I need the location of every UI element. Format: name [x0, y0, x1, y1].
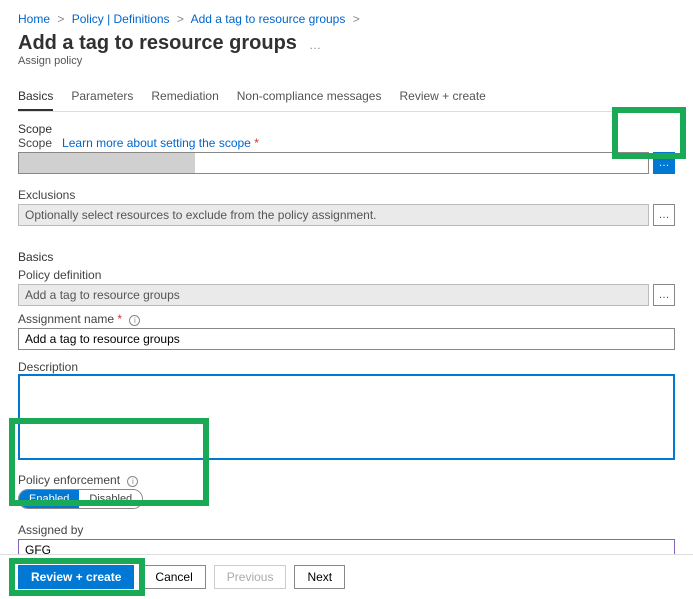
description-label: Description	[18, 360, 675, 374]
breadcrumb-home[interactable]: Home	[18, 12, 50, 26]
basics-heading: Basics	[18, 250, 675, 264]
policy-definition-input[interactable]	[18, 284, 649, 306]
info-icon[interactable]: i	[127, 476, 138, 487]
tabs: Basics Parameters Remediation Non-compli…	[18, 83, 675, 112]
policy-enforcement-toggle[interactable]: Enabled Disabled	[18, 489, 143, 509]
chevron-right-icon: >	[353, 12, 360, 26]
page-subtitle: Assign policy	[18, 55, 675, 67]
policy-definition-picker-button[interactable]: …	[653, 284, 675, 306]
tab-review[interactable]: Review + create	[399, 83, 485, 111]
toggle-disabled: Disabled	[79, 490, 142, 508]
info-icon[interactable]: i	[129, 315, 140, 326]
more-actions-button[interactable]: …	[309, 38, 322, 52]
cancel-button[interactable]: Cancel	[142, 565, 205, 589]
tab-basics[interactable]: Basics	[18, 83, 53, 111]
assignment-name-label: Assignment name	[18, 312, 114, 326]
page-title: Add a tag to resource groups	[18, 32, 297, 55]
required-icon: *	[117, 312, 122, 326]
previous-button: Previous	[214, 565, 287, 589]
scope-label: Scope	[18, 136, 52, 150]
tab-remediation[interactable]: Remediation	[151, 83, 218, 111]
policy-enforcement-label: Policy enforcement	[18, 473, 120, 487]
scope-heading: Scope	[18, 122, 675, 136]
chevron-right-icon: >	[177, 12, 184, 26]
assigned-by-label: Assigned by	[18, 523, 675, 537]
review-create-button[interactable]: Review + create	[18, 565, 134, 589]
scope-input[interactable]	[18, 152, 649, 174]
tab-parameters[interactable]: Parameters	[71, 83, 133, 111]
toggle-enabled: Enabled	[19, 490, 79, 508]
breadcrumb: Home > Policy | Definitions > Add a tag …	[18, 12, 675, 26]
breadcrumb-policy[interactable]: Policy | Definitions	[72, 12, 170, 26]
exclusions-label: Exclusions	[18, 188, 675, 202]
next-button[interactable]: Next	[294, 565, 345, 589]
footer: Review + create Cancel Previous Next	[0, 554, 693, 599]
chevron-right-icon: >	[57, 12, 64, 26]
scope-picker-button[interactable]: …	[653, 152, 675, 174]
policy-definition-label: Policy definition	[18, 268, 675, 282]
assignment-name-input[interactable]	[18, 328, 675, 350]
exclusions-input[interactable]	[18, 204, 649, 226]
tab-noncompliance[interactable]: Non-compliance messages	[237, 83, 382, 111]
breadcrumb-add-tag[interactable]: Add a tag to resource groups	[191, 12, 346, 26]
exclusions-picker-button[interactable]: …	[653, 204, 675, 226]
description-textarea[interactable]	[18, 374, 675, 460]
scope-learn-more-link[interactable]: Learn more about setting the scope	[62, 136, 251, 150]
required-icon: *	[254, 136, 259, 150]
